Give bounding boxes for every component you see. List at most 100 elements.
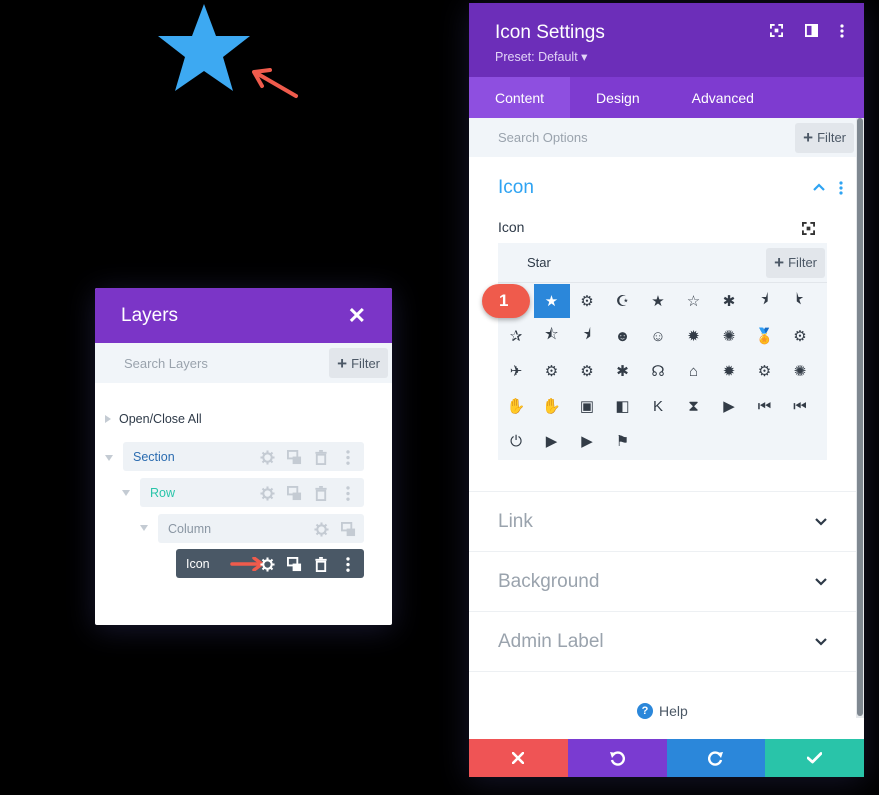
section-title-icon[interactable]: Icon (498, 177, 534, 199)
more-icon[interactable] (839, 181, 843, 195)
undo-button[interactable] (567, 739, 667, 777)
icon-option[interactable]: ▶ (569, 424, 605, 458)
tab-design[interactable]: Design (570, 77, 666, 118)
redo-button[interactable] (666, 739, 766, 777)
discard-button[interactable] (469, 739, 568, 777)
icon-option[interactable]: ☪ (605, 284, 641, 318)
layer-actions (259, 485, 356, 501)
icon-option[interactable]: ⏮ (747, 389, 783, 423)
icon-picker-filter-button[interactable]: + Filter (766, 247, 825, 278)
settings-header: Icon Settings Preset: Default ▾ (469, 3, 864, 77)
more-icon[interactable] (340, 485, 356, 501)
trash-icon[interactable] (313, 485, 329, 501)
icon-option[interactable]: ⚙ (569, 284, 605, 318)
icon-option[interactable]: ✋ (534, 389, 570, 423)
icon-option[interactable]: ⯪ (534, 319, 570, 353)
tab-advanced[interactable]: Advanced (666, 77, 780, 118)
icon-option[interactable]: ✹ (676, 319, 712, 353)
gear-icon[interactable] (313, 521, 329, 537)
duplicate-icon[interactable] (340, 521, 356, 537)
options-filter-button[interactable]: + Filter (795, 122, 854, 153)
icon-option[interactable]: ✰ (498, 319, 534, 353)
chevron-down-icon (815, 517, 827, 526)
icon-option[interactable]: ⚙ (534, 354, 570, 388)
icon-picker: Star + Filter ★ ⚙ ☪ ★ ☆ ✱ ⯨ ⯩ ✰ ⯪ ⯨ ☻ ☺ ✹ ✺ 🏅 ⚙ ✈ ⚙ ⚙ ✱ ☊ ⌂ ✹ ⚙ ✺… (498, 243, 827, 460)
more-icon[interactable] (840, 24, 844, 43)
more-icon[interactable] (340, 556, 356, 572)
section-admin-label[interactable]: Admin Label (469, 611, 856, 671)
icon-option[interactable]: ⚙ (782, 319, 818, 353)
close-icon[interactable]: ✕ (348, 303, 366, 329)
check-icon (807, 752, 823, 764)
icon-option[interactable]: ▶ (711, 389, 747, 423)
action-bar (469, 739, 864, 777)
gear-icon[interactable] (259, 449, 275, 465)
section-background[interactable]: Background (469, 551, 856, 611)
section-label: Link (498, 510, 533, 532)
open-close-label: Open/Close All (119, 412, 202, 426)
scrollbar-thumb[interactable] (857, 118, 863, 716)
layer-icon-module[interactable]: Icon (176, 549, 364, 578)
collapse-triangle-icon[interactable] (122, 490, 130, 496)
open-close-all[interactable]: Open/Close All (105, 412, 202, 426)
gear-icon[interactable] (259, 485, 275, 501)
icon-option[interactable]: K (640, 389, 676, 423)
icon-option[interactable]: ⌂ (676, 354, 712, 388)
preset-dropdown[interactable]: Preset: Default ▾ (495, 49, 587, 64)
icon-option[interactable]: ✺ (711, 319, 747, 353)
icon-option[interactable]: ⚑ (605, 424, 641, 458)
duplicate-icon[interactable] (286, 449, 302, 465)
icon-option[interactable]: ⚙ (747, 354, 783, 388)
icon-option[interactable]: ◧ (605, 389, 641, 423)
split-view-icon[interactable] (805, 24, 818, 43)
duplicate-icon[interactable] (286, 485, 302, 501)
settings-title: Icon Settings (495, 22, 605, 43)
help-link[interactable]: ? Help (637, 703, 688, 719)
icon-option[interactable]: ▣ (569, 389, 605, 423)
layer-section[interactable]: Section (123, 442, 364, 471)
icon-option[interactable]: ★ (533, 284, 570, 318)
collapse-triangle-icon[interactable] (140, 525, 148, 531)
tab-content[interactable]: Content (469, 77, 571, 118)
icon-option[interactable]: ✈ (498, 354, 534, 388)
icon-option[interactable]: ✋ (498, 389, 534, 423)
chevron-up-icon[interactable] (813, 183, 825, 191)
icon-option[interactable]: ⯨ (747, 284, 783, 318)
fullscreen-icon[interactable] (770, 24, 783, 43)
icon-option[interactable]: 🏅 (747, 319, 783, 353)
icon-option[interactable]: ⧗ (676, 389, 712, 423)
icon-option[interactable]: ✺ (782, 354, 818, 388)
collapse-triangle-icon[interactable] (105, 455, 113, 461)
trash-icon[interactable] (313, 556, 329, 572)
icon-option[interactable]: ⯨ (569, 319, 605, 353)
icon-option[interactable]: ▶ (534, 424, 570, 458)
responsive-toggle-icon[interactable] (802, 222, 815, 235)
duplicate-icon[interactable] (286, 556, 302, 572)
icon-option[interactable]: ✹ (711, 354, 747, 388)
icon-option[interactable]: ☆ (676, 284, 712, 318)
icon-option[interactable]: ★ (640, 284, 676, 318)
icon-option[interactable]: ☊ (640, 354, 676, 388)
layers-search-input[interactable] (124, 355, 284, 371)
icon-picker-search-value[interactable]: Star (527, 255, 551, 270)
options-search-input[interactable] (498, 130, 674, 145)
close-icon (512, 752, 525, 764)
gear-icon[interactable] (259, 556, 275, 572)
layer-row[interactable]: Row (140, 478, 364, 507)
trash-icon[interactable] (313, 449, 329, 465)
section-link[interactable]: Link (469, 491, 856, 551)
layer-column[interactable]: Column (158, 514, 364, 543)
scrollbar[interactable] (856, 118, 864, 718)
icon-option[interactable]: ⏮ (782, 389, 818, 423)
icon-option[interactable]: ⚙ (569, 354, 605, 388)
icon-option[interactable]: ✱ (711, 284, 747, 318)
icon-option[interactable]: ⏻ (498, 424, 534, 458)
icon-option[interactable]: ✱ (605, 354, 641, 388)
icon-option[interactable]: ⯩ (782, 284, 818, 318)
more-icon[interactable] (340, 449, 356, 465)
icon-option[interactable]: ☺ (640, 319, 676, 353)
save-button[interactable] (765, 739, 864, 777)
layers-filter-button[interactable]: + Filter (329, 348, 388, 378)
icon-option[interactable]: ☻ (605, 319, 641, 353)
plus-icon: + (774, 253, 785, 272)
